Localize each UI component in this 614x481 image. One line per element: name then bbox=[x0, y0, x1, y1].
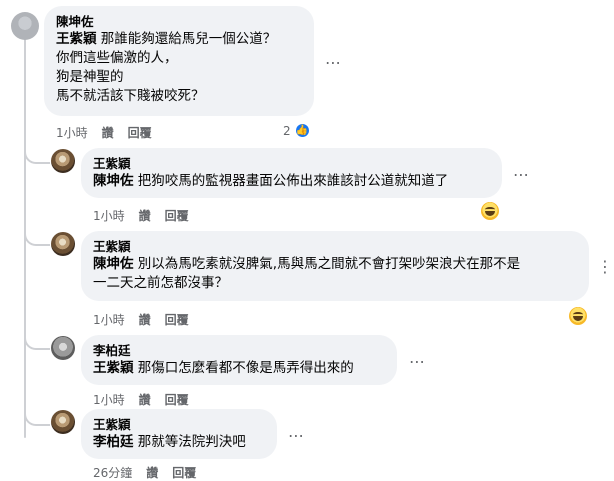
thread-elbow bbox=[24, 326, 50, 350]
comment-bubble: 李柏廷 王紫穎 那傷口怎麼看都不像是馬弄得出來的 bbox=[81, 335, 397, 385]
mention-tag[interactable]: 陳坤佐 bbox=[93, 173, 134, 189]
mention-tag[interactable]: 王紫穎 bbox=[56, 31, 97, 47]
like-button[interactable]: 讚 bbox=[139, 207, 151, 224]
reply-button[interactable]: 回覆 bbox=[165, 391, 189, 408]
comment-time[interactable]: 1小時 bbox=[93, 311, 125, 328]
more-options-icon[interactable]: ⋯ bbox=[513, 167, 530, 183]
comment-text: 陳坤佐 把狗咬馬的監視器畫面公佈出來誰該討公道就知道了 bbox=[93, 172, 490, 191]
comment-text: 王紫穎 那誰能夠還給馬兒一個公道？ 你們這些偏激的人， 狗是神聖的 馬不就活該下… bbox=[56, 30, 302, 106]
haha-reaction-icon[interactable] bbox=[481, 202, 499, 220]
avatar[interactable] bbox=[51, 336, 75, 360]
avatar[interactable] bbox=[51, 232, 75, 256]
comment-actions: 1小時 讚 回覆 bbox=[93, 311, 189, 328]
mention-tag[interactable]: 陳坤佐 bbox=[93, 256, 134, 272]
comment-text: 李柏廷 那就等法院判決吧 bbox=[93, 433, 265, 452]
comment-bubble: 王紫穎 陳坤佐 別以為馬吃素就沒脾氣,馬與馬之間就不會打架吵架浪犬在那不是 一二… bbox=[81, 231, 589, 301]
mention-tag[interactable]: 李柏廷 bbox=[93, 434, 134, 450]
more-options-icon[interactable]: ⋯ bbox=[288, 428, 305, 444]
comment-text: 王紫穎 那傷口怎麼看都不像是馬弄得出來的 bbox=[93, 359, 385, 378]
comment-time[interactable]: 1小時 bbox=[93, 391, 125, 408]
comment-bubble: 王紫穎 陳坤佐 把狗咬馬的監視器畫面公佈出來誰該討公道就知道了 bbox=[81, 148, 502, 198]
avatar[interactable] bbox=[11, 12, 39, 40]
thread-elbow bbox=[24, 140, 50, 164]
mention-tag[interactable]: 王紫穎 bbox=[93, 360, 134, 376]
comment-author[interactable]: 王紫穎 bbox=[93, 416, 265, 433]
like-reaction-icon: 👍 bbox=[293, 122, 311, 139]
reply-button[interactable]: 回覆 bbox=[128, 124, 152, 141]
comment-bubble: 陳坤佐 王紫穎 那誰能夠還給馬兒一個公道？ 你們這些偏激的人， 狗是神聖的 馬不… bbox=[44, 6, 314, 116]
comment-time[interactable]: 1小時 bbox=[56, 124, 88, 141]
like-count: 2 bbox=[283, 123, 291, 138]
more-options-icon[interactable]: ⋯ bbox=[409, 354, 426, 370]
comment-author[interactable]: 陳坤佐 bbox=[56, 13, 302, 30]
reaction-count[interactable]: 2 👍 bbox=[283, 122, 311, 139]
reply-button[interactable]: 回覆 bbox=[165, 311, 189, 328]
like-button[interactable]: 讚 bbox=[139, 311, 151, 328]
like-button[interactable]: 讚 bbox=[139, 391, 151, 408]
comment-author[interactable]: 王紫穎 bbox=[93, 238, 577, 255]
avatar[interactable] bbox=[51, 149, 75, 173]
haha-reaction-icon[interactable] bbox=[569, 307, 587, 325]
like-button[interactable]: 讚 bbox=[102, 124, 114, 141]
comment-author[interactable]: 王紫穎 bbox=[93, 155, 490, 172]
comment-actions: 1小時 讚 回覆 bbox=[56, 124, 152, 141]
comment-body: 那傷口怎麼看都不像是馬弄得出來的 bbox=[137, 360, 354, 376]
avatar[interactable] bbox=[51, 410, 75, 434]
reply-button[interactable]: 回覆 bbox=[172, 464, 196, 481]
thread-elbow bbox=[24, 402, 50, 426]
comment-bubble: 王紫穎 李柏廷 那就等法院判決吧 bbox=[81, 409, 277, 459]
comment-body: 那就等法院判決吧 bbox=[137, 434, 246, 450]
comment-author[interactable]: 李柏廷 bbox=[93, 342, 385, 359]
comment-body: 把狗咬馬的監視器畫面公佈出來誰該討公道就知道了 bbox=[137, 173, 449, 189]
more-options-icon[interactable]: ⋯ bbox=[325, 55, 342, 71]
comment-time[interactable]: 1小時 bbox=[93, 207, 125, 224]
reply-button[interactable]: 回覆 bbox=[165, 207, 189, 224]
comment-actions: 26分鐘 讚 回覆 bbox=[93, 464, 196, 481]
more-options-icon[interactable]: ⋮ bbox=[597, 259, 614, 275]
comment-actions: 1小時 讚 回覆 bbox=[93, 391, 189, 408]
comment-text: 陳坤佐 別以為馬吃素就沒脾氣,馬與馬之間就不會打架吵架浪犬在那不是 一二天之前怎… bbox=[93, 255, 577, 293]
thread-elbow bbox=[24, 222, 50, 246]
comment-body: 別以為馬吃素就沒脾氣,馬與馬之間就不會打架吵架浪犬在那不是 一二天之前怎都沒事？ bbox=[93, 256, 521, 291]
like-button[interactable]: 讚 bbox=[146, 464, 158, 481]
comment-actions: 1小時 讚 回覆 bbox=[93, 207, 189, 224]
comment-time[interactable]: 26分鐘 bbox=[93, 464, 132, 481]
